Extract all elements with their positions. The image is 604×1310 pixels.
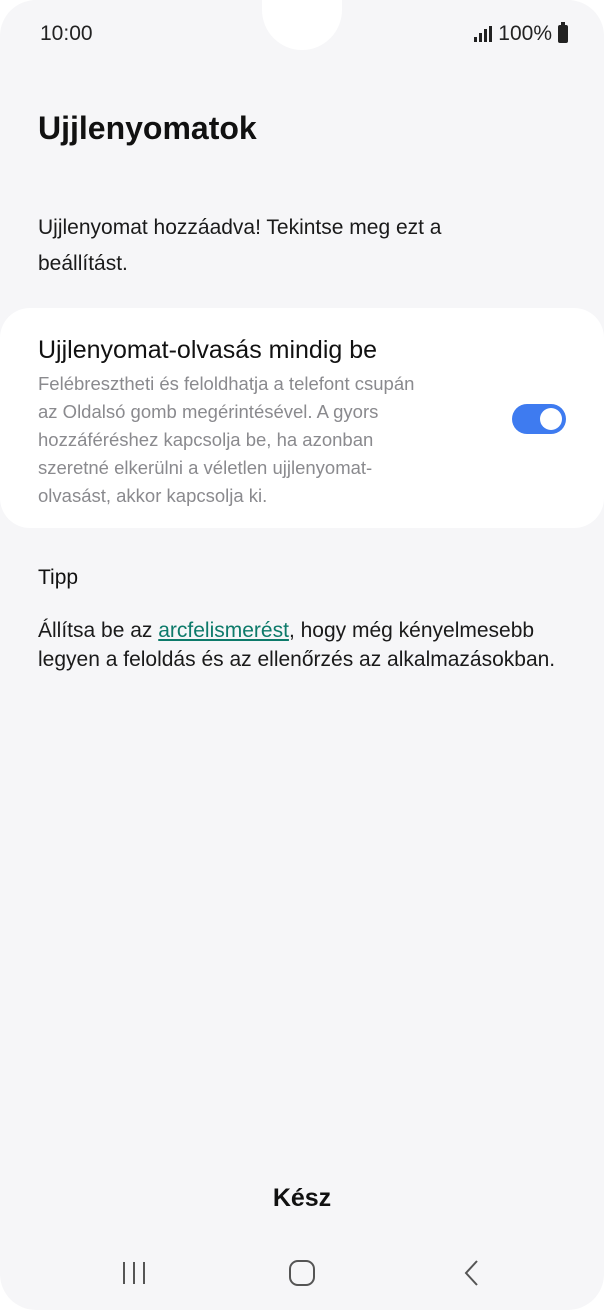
navigation-bar (0, 1248, 604, 1298)
back-button[interactable] (442, 1248, 502, 1298)
tip-text-before: Állítsa be az (38, 619, 159, 642)
home-button[interactable] (272, 1248, 332, 1298)
battery-percent: 100% (498, 22, 552, 45)
always-on-toggle[interactable] (512, 404, 566, 434)
status-indicators: 100% (474, 22, 568, 46)
setting-description: Felébresztheti és feloldhatja a telefont… (38, 373, 415, 506)
tip-text: Állítsa be az arcfelismerést, hogy még k… (38, 616, 568, 674)
screen: 10:00 100% Ujjlenyomatok Ujjlenyomat hoz… (0, 0, 604, 1310)
recent-apps-button[interactable] (104, 1248, 164, 1298)
setting-title: Ujjlenyomat-olvasás mindig be (38, 336, 378, 364)
done-button[interactable]: Kész (0, 1178, 604, 1218)
battery-icon (558, 22, 568, 43)
toggle-knob (540, 408, 562, 430)
intro-text: Ujjlenyomat hozzáadva! Tekintse meg ezt … (38, 216, 442, 275)
back-icon (464, 1260, 478, 1286)
tip-heading: Tipp (38, 566, 79, 589)
signal-icon (474, 26, 493, 42)
face-recognition-link[interactable]: arcfelismerést (158, 619, 289, 642)
status-bar: 10:00 100% (0, 0, 604, 70)
status-time: 10:00 (40, 22, 93, 45)
home-icon (289, 1260, 315, 1286)
page-title: Ujjlenyomatok (38, 110, 257, 146)
always-on-setting-card[interactable]: Ujjlenyomat-olvasás mindig be Felébreszt… (0, 308, 604, 528)
recent-apps-icon (123, 1262, 145, 1284)
